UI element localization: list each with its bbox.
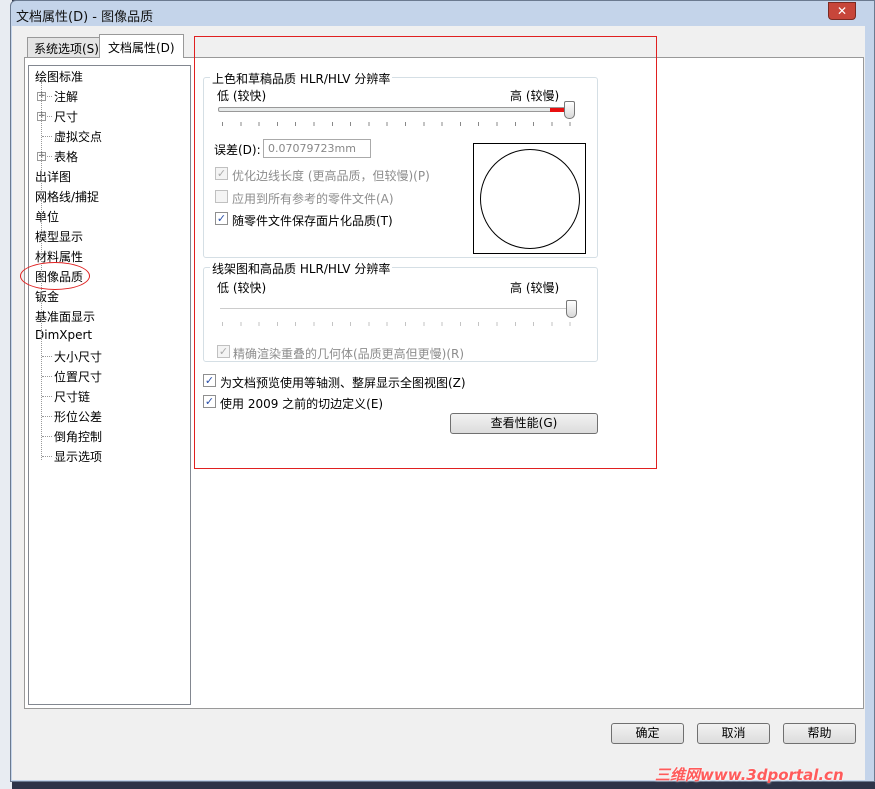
wireframe-slider-ticks [222,322,572,326]
iso-preview-label: 为文档预览使用等轴测、整屏显示全图视图(Z) [220,376,466,390]
tree-item[interactable]: 基准面显示 [35,308,95,325]
cancel-button[interactable]: 取消 [697,723,770,744]
tree-item[interactable]: 网格线/捕捉 [35,188,99,205]
pre2009-label: 使用 2009 之前的切边定义(E) [220,397,384,411]
options-tree[interactable] [28,65,191,705]
apply-all-checkbox[interactable] [215,190,228,203]
pre2009-checkbox[interactable]: ✓ [203,395,216,408]
window-title: 文档属性(D) - 图像品质 [16,10,154,25]
highlight-ellipse [20,262,90,290]
circle-preview [480,149,580,249]
help-button[interactable]: 帮助 [783,723,856,744]
shaded-slider-thumb[interactable] [564,101,575,119]
shaded-slider-ticks [222,122,572,126]
tree-connector [42,416,52,417]
save-tessellation-label: 随零件文件保存面片化品质(T) [232,214,393,228]
tab-system-options[interactable]: 系统选项(S) [27,37,106,57]
deviation-label: 误差(D): [214,143,261,157]
shaded-group-title: 上色和草稿品质 HLR/HLV 分辨率 [210,70,393,87]
tree-item[interactable]: 钣金 [35,288,59,305]
wireframe-high-label: 高 (较慢) [510,281,560,295]
tree-item[interactable]: 绘图标准 [35,68,83,85]
tree-item[interactable]: 表格 [54,148,78,165]
shaded-high-label: 高 (较慢) [510,89,560,103]
tree-item[interactable]: DimXpert [35,328,92,342]
tree-item[interactable]: 单位 [35,208,59,225]
shaded-slider-fill [550,108,565,112]
ok-button[interactable]: 确定 [611,723,684,744]
optimize-edge-checkbox[interactable]: ✓ [215,167,228,180]
tree-connector [42,396,52,397]
tree-item[interactable]: 注解 [54,88,78,105]
save-tessellation-checkbox[interactable]: ✓ [215,212,228,225]
tree-item[interactable]: 位置尺寸 [54,368,102,385]
wireframe-slider-track[interactable] [220,308,575,309]
tree-connector [42,136,52,137]
tree-connector [42,376,52,377]
tree-item[interactable]: 倒角控制 [54,428,102,445]
wireframe-group-title: 线架图和高品质 HLR/HLV 分辨率 [210,260,393,277]
preview-box [473,143,586,254]
iso-preview-checkbox[interactable]: ✓ [203,374,216,387]
tab-document-properties[interactable]: 文档属性(D) [99,34,184,58]
precise-render-checkbox[interactable]: ✓ [217,345,230,358]
view-performance-button[interactable]: 查看性能(G) [450,413,598,434]
watermark: 三维网www.3dportal.cn [655,766,844,784]
tree-item[interactable]: 尺寸 [54,108,78,125]
optimize-edge-label: 优化边线长度 (更高品质，但较慢)(P) [232,169,430,183]
shaded-slider-track[interactable] [218,107,568,112]
tree-connector [42,356,52,357]
tree-item[interactable]: 形位公差 [54,408,102,425]
tree-item[interactable]: 模型显示 [35,228,83,245]
deviation-input[interactable] [263,139,371,158]
apply-all-label: 应用到所有参考的零件文件(A) [232,192,394,206]
tree-connector [42,456,52,457]
tree-item[interactable]: 尺寸链 [54,388,90,405]
precise-render-label: 精确渲染重叠的几何体(品质更高但更慢)(R) [233,347,465,361]
shaded-low-label: 低 (较快) [217,89,267,103]
tree-item[interactable]: 大小尺寸 [54,348,102,365]
close-button[interactable]: ✕ [828,2,856,20]
tree-connector [42,436,52,437]
wireframe-low-label: 低 (较快) [217,281,267,295]
tree-item[interactable]: 显示选项 [54,448,102,465]
tree-item[interactable]: 虚拟交点 [54,128,102,145]
wireframe-slider-thumb[interactable] [566,300,577,318]
